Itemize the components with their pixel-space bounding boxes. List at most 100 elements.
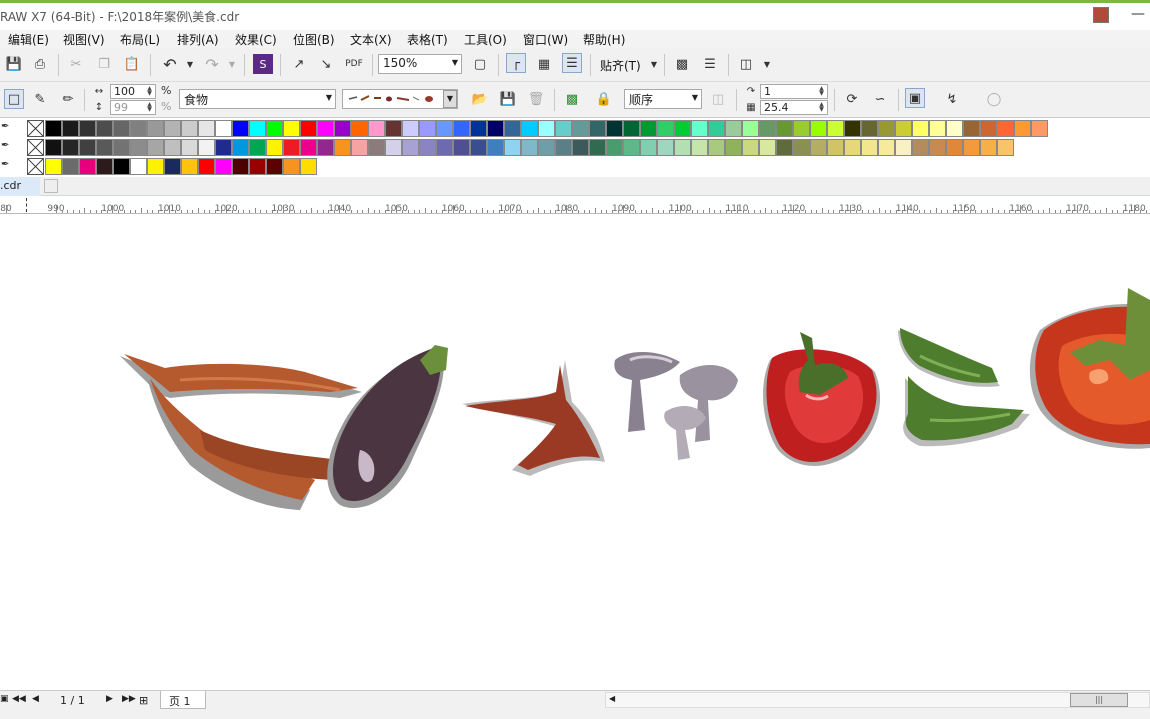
color-swatch[interactable] <box>215 158 232 175</box>
eyedropper-icon[interactable]: ✒ <box>1 159 13 173</box>
document-tab[interactable]: .cdr <box>0 177 40 196</box>
next-page-icon[interactable]: ▶ <box>106 694 113 704</box>
object-properties-toggle-icon[interactable]: ▩ <box>562 89 582 109</box>
pencil-icon[interactable]: ✏ <box>58 89 78 109</box>
color-swatch[interactable] <box>708 120 725 137</box>
cut-icon[interactable]: ✂ <box>66 54 86 74</box>
color-swatch[interactable] <box>946 139 963 156</box>
color-swatch[interactable] <box>113 139 130 156</box>
redo-icon[interactable]: ↷ <box>202 54 222 74</box>
redo-dropdown-icon[interactable]: ▼ <box>222 54 242 74</box>
undo-dropdown-icon[interactable]: ▼ <box>180 54 200 74</box>
color-swatch[interactable] <box>96 120 113 137</box>
color-swatch[interactable] <box>759 120 776 137</box>
color-swatch[interactable] <box>657 139 674 156</box>
color-swatch[interactable] <box>963 139 980 156</box>
color-swatch[interactable] <box>215 139 232 156</box>
color-swatch[interactable] <box>742 139 759 156</box>
color-swatch[interactable] <box>402 139 419 156</box>
color-swatch[interactable] <box>963 120 980 137</box>
color-swatch[interactable] <box>300 158 317 175</box>
color-swatch[interactable] <box>249 139 266 156</box>
color-swatch[interactable] <box>623 120 640 137</box>
color-swatch[interactable] <box>79 139 96 156</box>
menu-effects[interactable]: 效果(C) <box>235 31 277 48</box>
menu-tools[interactable]: 工具(O) <box>464 31 507 48</box>
color-swatch[interactable] <box>368 139 385 156</box>
welcome-screen-icon[interactable]: ◫ <box>736 54 756 74</box>
guidelines-toggle-icon[interactable]: ☰ <box>562 53 582 73</box>
color-swatch[interactable] <box>198 139 215 156</box>
color-swatch[interactable] <box>351 139 368 156</box>
last-page-icon[interactable]: ▶▶ <box>122 694 136 704</box>
color-swatch[interactable] <box>504 139 521 156</box>
node-edit-icon[interactable]: ∽ <box>870 89 890 109</box>
color-swatch[interactable] <box>572 139 589 156</box>
pen-icon[interactable]: ✎ <box>30 89 50 109</box>
color-swatch[interactable] <box>351 120 368 137</box>
color-swatch[interactable] <box>810 139 827 156</box>
color-swatch[interactable] <box>827 120 844 137</box>
chevron-down-icon[interactable]: ▼ <box>757 54 777 74</box>
color-swatch[interactable] <box>334 139 351 156</box>
color-swatch[interactable] <box>385 139 402 156</box>
color-swatch[interactable] <box>215 120 232 137</box>
import-icon[interactable]: ↗ <box>289 54 309 74</box>
options-icon[interactable]: ▩ <box>672 54 692 74</box>
color-swatch[interactable] <box>266 158 283 175</box>
color-swatch[interactable] <box>45 120 62 137</box>
scale-height-input[interactable]: 99 ▲ ▼ <box>110 100 156 115</box>
color-swatch[interactable] <box>198 158 215 175</box>
wrap-text-icon[interactable]: ◯ <box>984 89 1004 109</box>
scale-width-input[interactable]: 100 ▲ ▼ <box>110 84 156 99</box>
color-swatch[interactable] <box>912 139 929 156</box>
color-swatch[interactable] <box>946 120 963 137</box>
page-tab[interactable]: 页 1 <box>160 691 206 709</box>
rulers-toggle-icon[interactable]: ┌ <box>506 53 526 73</box>
color-swatch[interactable] <box>453 139 470 156</box>
color-swatch[interactable] <box>793 120 810 137</box>
color-swatch[interactable] <box>521 139 538 156</box>
artistic-media-select[interactable]: ▼ <box>342 89 458 109</box>
color-swatch[interactable] <box>283 139 300 156</box>
color-swatch[interactable] <box>657 120 674 137</box>
color-swatch[interactable] <box>317 120 334 137</box>
color-swatch[interactable] <box>232 120 249 137</box>
color-swatch[interactable] <box>147 139 164 156</box>
app-launcher-icon[interactable]: ☰ <box>700 54 720 74</box>
first-page-icon[interactable]: ◀◀ <box>12 694 26 704</box>
color-swatch[interactable] <box>555 139 572 156</box>
color-swatch[interactable] <box>929 120 946 137</box>
eyedropper-icon[interactable]: ✒ <box>1 121 13 135</box>
color-swatch[interactable] <box>113 120 130 137</box>
color-swatch[interactable] <box>181 139 198 156</box>
color-swatch[interactable] <box>691 139 708 156</box>
color-swatch[interactable] <box>334 120 351 137</box>
color-swatch[interactable] <box>878 120 895 137</box>
color-swatch[interactable] <box>453 120 470 137</box>
color-swatch[interactable] <box>130 139 147 156</box>
scroll-left-icon[interactable]: ◀ <box>609 694 615 703</box>
color-swatch[interactable] <box>317 139 334 156</box>
color-swatch[interactable] <box>742 120 759 137</box>
prev-page-icon[interactable]: ◀ <box>32 694 39 704</box>
nudge-input[interactable]: 1 ▲ ▼ <box>760 84 828 99</box>
color-swatch[interactable] <box>810 120 827 137</box>
color-swatch[interactable] <box>623 139 640 156</box>
color-swatch[interactable] <box>691 120 708 137</box>
color-swatch[interactable] <box>776 120 793 137</box>
color-swatch[interactable] <box>147 120 164 137</box>
color-swatch[interactable] <box>589 120 606 137</box>
open-folder-icon[interactable]: 📂 <box>470 89 490 109</box>
add-page-icon[interactable]: ⊞ <box>139 694 148 707</box>
print-icon[interactable]: ⎙ <box>30 54 50 74</box>
user-avatar[interactable] <box>1093 7 1109 23</box>
export-icon[interactable]: ↘ <box>316 54 336 74</box>
color-swatch[interactable] <box>130 120 147 137</box>
color-swatch[interactable] <box>147 158 164 175</box>
color-swatch[interactable] <box>487 139 504 156</box>
color-swatch[interactable] <box>198 120 215 137</box>
copy-icon[interactable]: ❐ <box>94 54 114 74</box>
fullscreen-icon[interactable]: ▢ <box>470 54 490 74</box>
menu-help[interactable]: 帮助(H) <box>583 31 625 48</box>
